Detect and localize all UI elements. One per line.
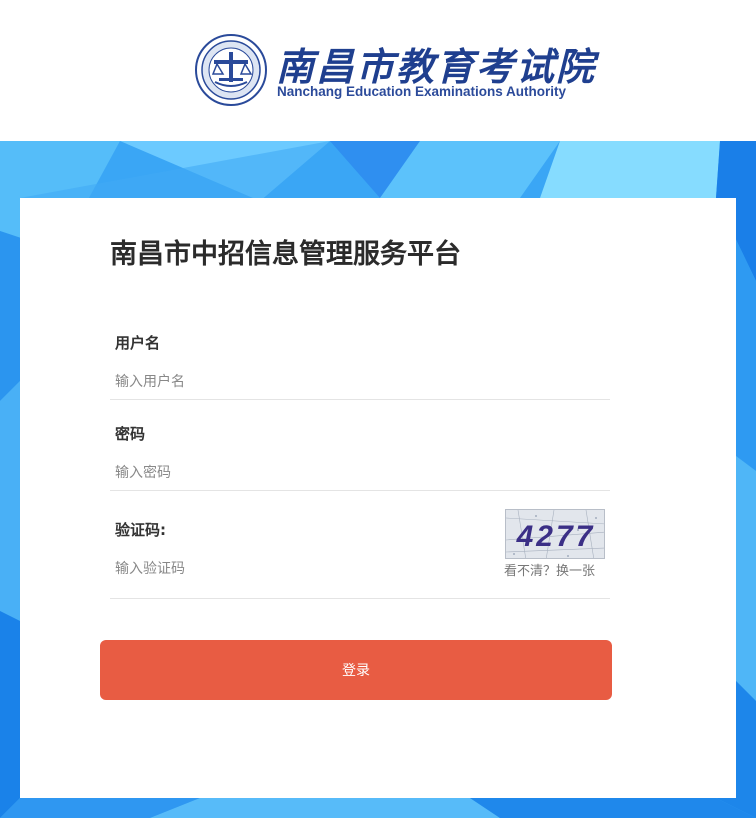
org-name-cn: 南昌市教育考试院 [276, 44, 597, 89]
captcha-text: 4277 [516, 520, 596, 553]
username-label: 用户名 [115, 334, 161, 352]
captcha-label: 验证码: [115, 521, 166, 539]
captcha-input[interactable] [110, 550, 490, 586]
username-divider [110, 399, 610, 400]
page-title: 南昌市中招信息管理服务平台 [110, 239, 461, 269]
captcha-divider [110, 598, 610, 599]
header: 南昌市教育考试院 Nanchang Education Examinations… [0, 0, 756, 141]
login-button[interactable]: 登录 [100, 640, 612, 700]
username-input[interactable] [110, 363, 610, 399]
password-label: 密码 [115, 425, 146, 443]
password-input[interactable] [110, 454, 610, 490]
password-divider [110, 490, 610, 491]
org-name-en: Nanchang Education Examinations Authorit… [277, 84, 567, 99]
captcha-image[interactable]: 4277 [505, 509, 605, 559]
captcha-refresh-link[interactable]: 看不清？换一张 [504, 560, 595, 579]
login-card: 南昌市中招信息管理服务平台 用户名 密码 验证码: 4277 看不清？换一张 [20, 198, 736, 798]
emblem-icon [195, 34, 267, 106]
